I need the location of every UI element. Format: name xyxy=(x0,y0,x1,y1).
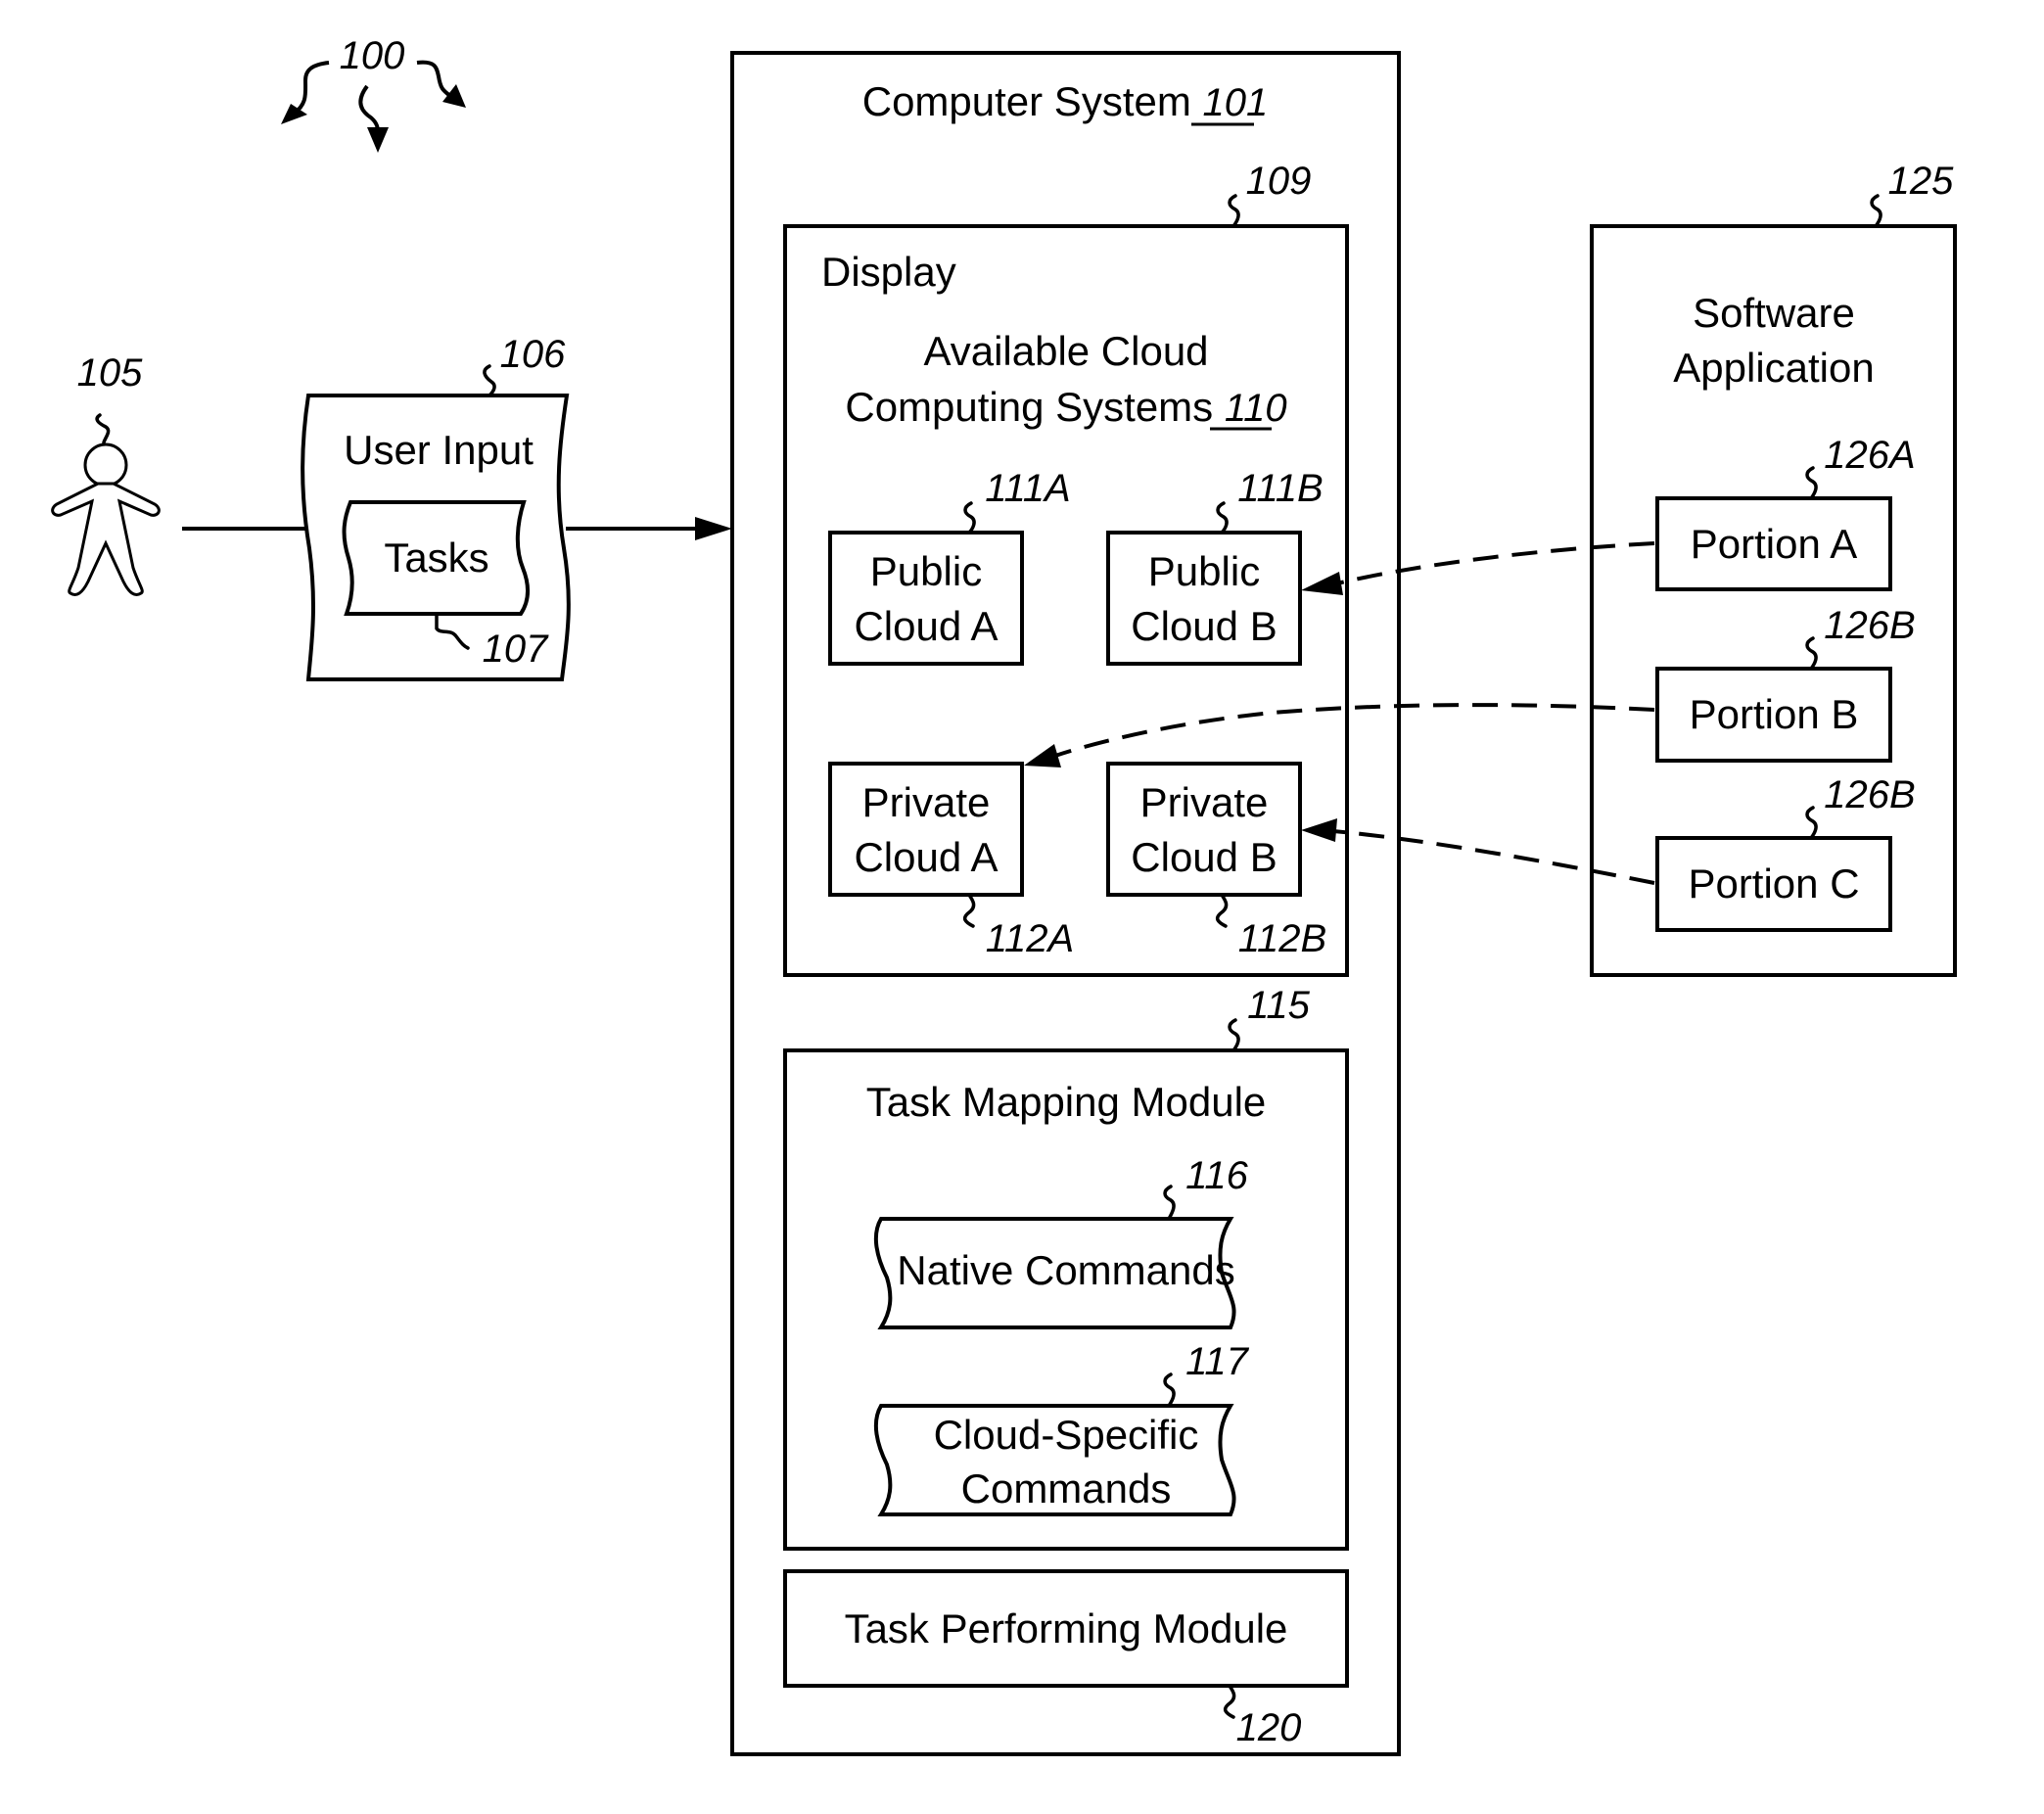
portion-b-label: Portion B xyxy=(1690,691,1859,737)
computer-system-label: Computer System 101 xyxy=(862,78,1269,124)
public-cloud-a-line2: Cloud A xyxy=(854,603,998,649)
task-performing-label: Task Performing Module xyxy=(845,1605,1288,1651)
portion-c-label: Portion C xyxy=(1688,860,1859,907)
user-input-label: User Input xyxy=(344,427,534,473)
person-icon xyxy=(51,442,161,596)
display-label: Display xyxy=(821,249,956,295)
software-app-ref-leader xyxy=(1870,194,1882,228)
figure-arrowhead-middle xyxy=(367,127,389,153)
cloud-specific-line2: Commands xyxy=(961,1465,1172,1512)
private-cloud-a-line1: Private xyxy=(862,779,991,825)
native-commands-label: Native Commands xyxy=(897,1247,1234,1293)
software-app-ref: 125 xyxy=(1888,160,1954,203)
cloud-specific-ref: 117 xyxy=(1185,1340,1250,1383)
display-ref: 109 xyxy=(1246,160,1312,203)
public-cloud-b-line1: Public xyxy=(1148,548,1260,594)
user-input-ref: 106 xyxy=(500,333,566,376)
available-clouds-title-line2: Computing Systems 110 xyxy=(845,384,1286,430)
user-actor: 105 xyxy=(51,351,161,596)
tasks-label: Tasks xyxy=(384,535,488,581)
user-ref: 105 xyxy=(77,351,143,395)
public-cloud-b-ref: 111B xyxy=(1237,467,1323,510)
portion-a-label: Portion A xyxy=(1691,521,1857,567)
figure-arrowhead-left xyxy=(281,104,307,124)
input-to-system-arrowhead xyxy=(695,517,732,540)
native-commands-ref: 116 xyxy=(1185,1154,1249,1197)
public-cloud-a-ref: 111A xyxy=(985,467,1070,510)
user-input-ref-leader xyxy=(483,364,496,397)
task-mapping-ref: 115 xyxy=(1247,984,1311,1027)
figure-arrowhead-right xyxy=(442,84,466,108)
public-cloud-b-line2: Cloud B xyxy=(1131,603,1277,649)
task-mapping-label: Task Mapping Module xyxy=(866,1079,1267,1125)
display-panel: 109 Display Available Cloud Computing Sy… xyxy=(783,160,1349,977)
private-cloud-b-line1: Private xyxy=(1140,779,1269,825)
user-input-document: User Input 106 Tasks 107 xyxy=(301,333,571,681)
software-application: 125 Software Application Portion A 126A … xyxy=(1590,160,1957,977)
software-app-line1: Software xyxy=(1693,290,1855,336)
private-cloud-b-ref: 112B xyxy=(1238,917,1326,960)
private-cloud-b-line2: Cloud B xyxy=(1131,834,1277,880)
private-cloud-a-line2: Cloud A xyxy=(854,834,998,880)
figure-ref-100: 100 xyxy=(340,34,405,77)
system-diagram: 100 105 User Input 106 Tasks 107 Compute… xyxy=(51,34,1957,1756)
portion-b-ref: 126B xyxy=(1824,604,1915,647)
cloud-specific-line1: Cloud-Specific xyxy=(934,1412,1199,1458)
computer-system: Computer System 101 109 Display Availabl… xyxy=(730,51,1401,1756)
private-cloud-a-ref: 112A xyxy=(986,917,1074,960)
figure-arrow-left xyxy=(292,61,330,116)
task-mapping-module: 115 Task Mapping Module Native Commands … xyxy=(783,984,1349,1551)
portion-c-ref: 126B xyxy=(1824,773,1915,816)
portion-a-ref: 126A xyxy=(1824,434,1915,477)
figure-arrow-right xyxy=(416,60,452,98)
figure-ref-group: 100 xyxy=(281,34,466,153)
public-cloud-a-line1: Public xyxy=(870,548,982,594)
user-ref-leader xyxy=(95,413,111,444)
tasks-ref: 107 xyxy=(483,628,549,671)
software-app-line2: Application xyxy=(1673,345,1874,391)
task-performing-ref: 120 xyxy=(1236,1706,1302,1749)
available-clouds-title: Available Cloud xyxy=(923,328,1208,374)
